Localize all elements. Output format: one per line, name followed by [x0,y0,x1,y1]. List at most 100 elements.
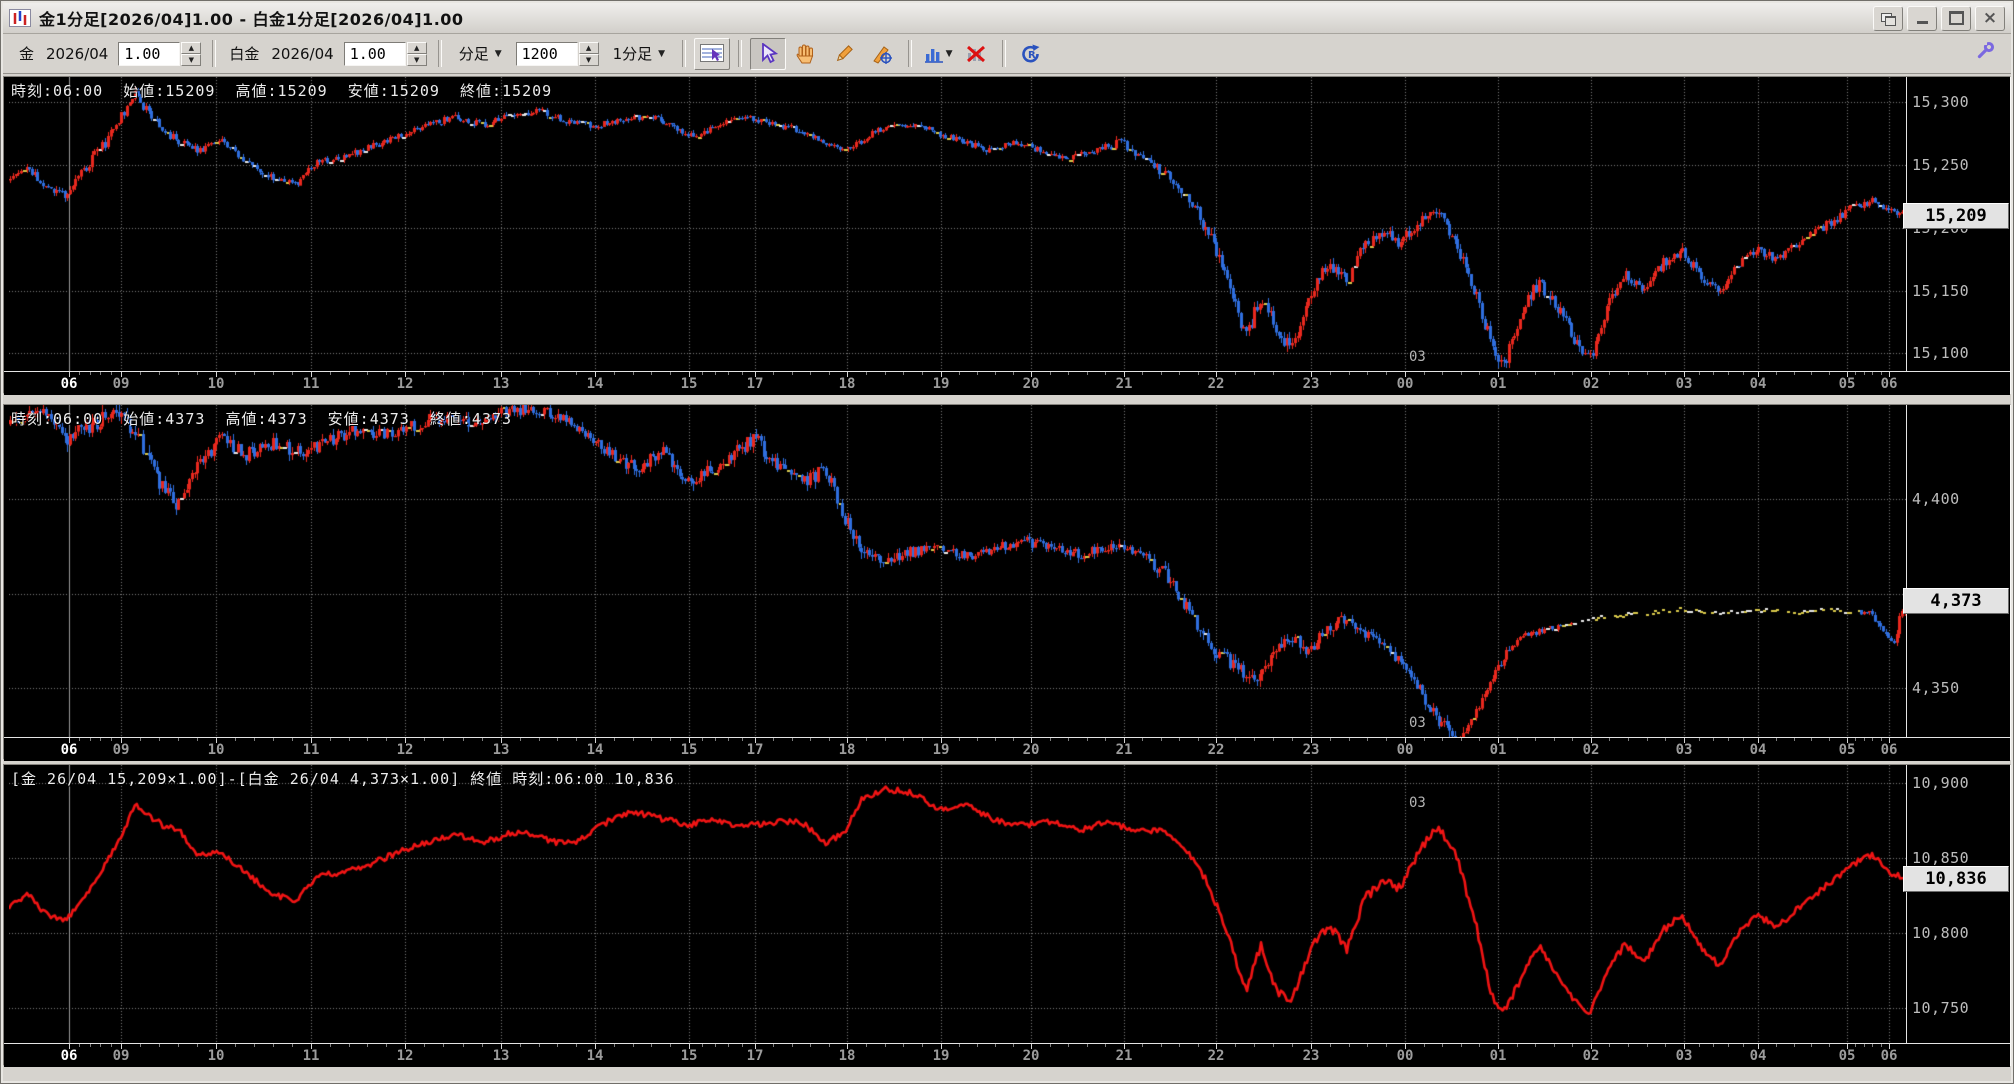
minute-tick [482,738,483,741]
minute-tick [1050,1044,1051,1047]
minute-tick [1349,372,1350,375]
minute-tick [520,372,521,375]
minute-tick [1235,738,1236,741]
platinum-contract-month[interactable]: 2026/04 [271,45,333,63]
float-window-button[interactable] [1873,6,1903,31]
hour-label: 17 [740,376,770,392]
minute-tick [1273,372,1274,375]
minute-tick [670,372,671,375]
spin-up-button[interactable]: ▲ [579,42,599,54]
minute-tick [1665,1044,1666,1047]
minute-tick [1179,1044,1180,1047]
minute-tick [1479,738,1480,741]
minute-tick [702,738,703,741]
hour-label: 09 [106,742,136,758]
date-label: 03 [1409,349,1426,365]
minute-tick [386,372,387,375]
minute-tick [159,372,160,375]
minute-tick [1479,372,1480,375]
minute-tick [424,1044,425,1047]
minute-tick [1013,372,1014,375]
hour-label: 05 [1832,1048,1862,1064]
minute-tick [1855,372,1856,375]
minute-tick [1647,738,1648,741]
minute-tick [1142,1044,1143,1047]
timeframe-dropdown[interactable]: 1分足 ▼ [609,40,669,67]
minute-tick [728,1044,729,1047]
minute-tick [885,738,886,741]
marker-tool-button[interactable] [864,38,900,70]
minute-tick [1424,1044,1425,1047]
spin-up-button[interactable]: ▲ [181,42,201,54]
pointer-tool-button[interactable] [750,38,786,70]
hour-label: 15 [674,376,704,392]
close-button[interactable]: × [1975,6,2005,31]
spin-down-button[interactable]: ▼ [181,54,201,66]
minute-tick [254,372,255,375]
spin-up-button[interactable]: ▲ [407,42,427,54]
price-tick-label: 10,750 [1912,999,1969,1017]
minimize-button[interactable] [1907,6,1937,31]
bar-count-input[interactable]: 1200 [516,42,578,66]
hand-icon [795,43,817,65]
spin-down-button[interactable]: ▼ [579,54,599,66]
gold-candlestick-plot[interactable] [9,77,1906,371]
bar-type-dropdown[interactable]: 分足 ▼ [455,40,506,67]
minute-tick [1461,1044,1462,1047]
hour-label: 04 [1743,742,1773,758]
draw-tool-button[interactable] [826,38,862,70]
minute-tick [1179,738,1180,741]
platinum-chart-panel: 時刻:06:00 始値:4373 高値:4373 安値:4373 終値:4373… [3,404,2011,760]
minute-tick [1864,738,1865,741]
minimize-icon [1917,21,1928,24]
minute-tick [866,738,867,741]
spread-line-plot[interactable] [9,765,1906,1043]
minute-tick [977,372,978,375]
minute-tick [1273,1044,1274,1047]
platinum-candlestick-plot[interactable] [9,405,1906,737]
gold-multiplier-input[interactable]: 1.00 [118,42,180,66]
minute-tick [1142,738,1143,741]
spin-down-button[interactable]: ▼ [407,54,427,66]
minute-tick [197,372,198,375]
title-bar[interactable]: 金1分足[2026/04]1.00 - 白金1分足[2026/04]1.00 × [3,3,2011,34]
minute-tick [520,1044,521,1047]
minute-tick [90,1044,91,1047]
minute-tick [1628,372,1629,375]
minute-tick [715,738,716,741]
minute-tick [1829,372,1830,375]
hour-label: 04 [1743,1048,1773,1064]
toolbar-separator [908,40,912,67]
data-window-button[interactable] [694,38,730,70]
hour-label: 14 [580,1048,610,1064]
hour-label: 06 [1874,742,1904,758]
gold-contract-month[interactable]: 2026/04 [46,45,108,63]
minute-tick [1161,372,1162,375]
minute-tick [1665,738,1666,741]
spread-price-axis: 10,90010,85010,80010,750 [1910,765,2010,1043]
minute-tick [1442,1044,1443,1047]
minute-tick [1872,1044,1873,1047]
platinum-multiplier-input[interactable]: 1.00 [344,42,406,66]
minute-tick [1864,1044,1865,1047]
minute-tick [1068,738,1069,741]
hour-label: 04 [1743,376,1773,392]
minute-tick [1881,1044,1882,1047]
minute-tick [1050,372,1051,375]
minute-tick [482,372,483,375]
reload-button[interactable]: R [1014,38,1050,70]
hour-label: 13 [486,1048,516,1064]
minute-tick [557,1044,558,1047]
pan-tool-button[interactable] [788,38,824,70]
settings-button[interactable] [1971,39,1997,69]
gold-last-price-box: 15,209 [1903,203,2009,229]
minute-tick [330,372,331,375]
spread-info-line: [金 26/04 15,209×1.00]-[白金 26/04 4,373×1.… [11,768,675,789]
indicator-chart-button[interactable]: ▼ [920,38,956,70]
maximize-button[interactable] [1941,6,1971,31]
overlap-windows-icon [1881,13,1895,24]
minute-tick [1235,372,1236,375]
hour-label: 06 [54,1048,84,1064]
delete-chart-button[interactable] [958,38,994,70]
minute-tick [159,1044,160,1047]
